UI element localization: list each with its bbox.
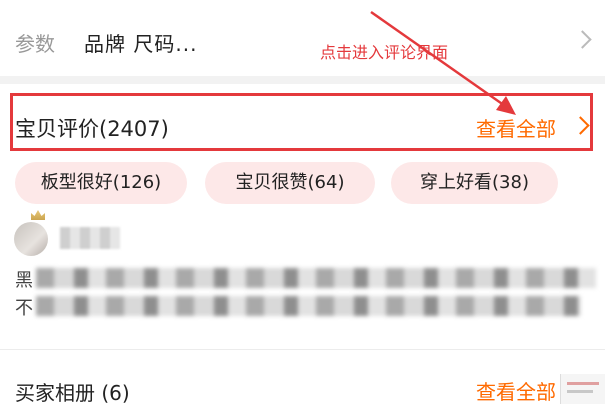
params-value: 品牌 尺码...: [84, 32, 198, 56]
review-tag[interactable]: 穿上好看(38): [391, 162, 558, 204]
section-divider: [0, 349, 605, 350]
embedded-thumbnail: [560, 374, 605, 404]
annotation-label: 点击进入评论界面: [320, 43, 449, 62]
avatar: [14, 222, 48, 256]
comment-text-start: 黑: [15, 270, 33, 291]
view-all-reviews-link[interactable]: 查看全部: [476, 113, 556, 142]
review-tag[interactable]: 宝贝很赞(64): [205, 162, 375, 204]
review-tag[interactable]: 板型很好(126): [15, 162, 187, 204]
section-divider: [0, 76, 605, 84]
username-blurred: [60, 227, 120, 249]
album-title: 买家相册 (6): [15, 381, 130, 405]
comment-text-blurred: [36, 296, 581, 316]
params-row[interactable]: 参数 品牌 尺码...: [0, 0, 605, 76]
params-label: 参数: [15, 32, 55, 56]
chevron-right-icon: [573, 30, 592, 49]
view-all-album-link[interactable]: 查看全部: [476, 376, 556, 405]
comment-text-start: 不: [15, 298, 33, 319]
review-title: 宝贝评价(2407): [15, 117, 169, 141]
comment-text-blurred: [36, 268, 596, 288]
